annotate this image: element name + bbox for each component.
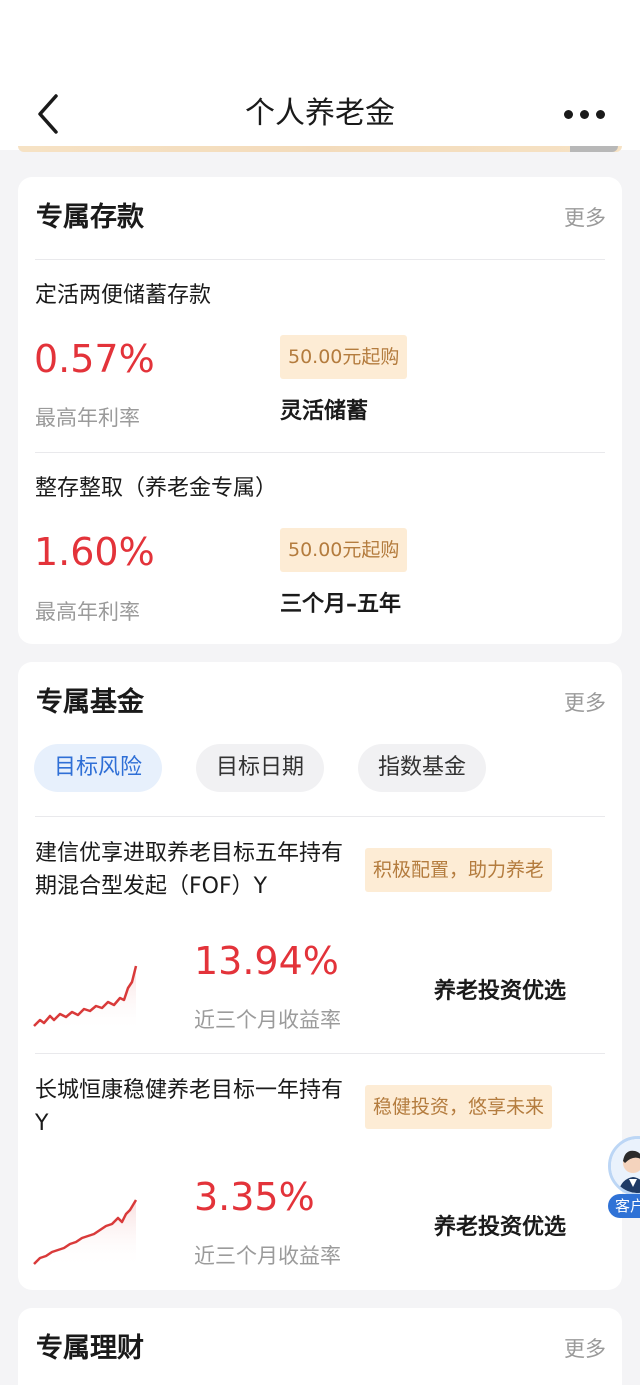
divider: [35, 1053, 605, 1054]
fund-card: 专属基金 更多 目标风险 目标日期 指数基金 建信优享进取养老目标五年持有期混合…: [18, 662, 622, 1290]
section-title: 专属存款: [36, 202, 144, 233]
rate-value: 1.60%: [34, 530, 155, 574]
section-title: 专属基金: [36, 687, 144, 718]
deposit-card: 专属存款 更多 定活两便储蓄存款 0.57% 最高年利率 50.00元起购 灵活…: [18, 177, 622, 644]
ellipsis-icon: [564, 110, 573, 119]
fund-tag: 积极配置，助力养老: [365, 848, 553, 892]
fund-return: 13.94%: [194, 939, 339, 983]
sparkline-chart: [33, 965, 138, 1032]
tab-index-fund[interactable]: 指数基金: [358, 744, 487, 792]
wealth-card: 专属理财 更多: [18, 1308, 622, 1385]
rate-value: 0.57%: [34, 337, 155, 381]
divider: [35, 259, 605, 260]
ellipsis-dot: [580, 110, 589, 119]
divider: [35, 452, 605, 453]
customer-service-button[interactable]: 客户: [608, 1136, 640, 1220]
top-nav-bar: 个人养老金: [0, 0, 640, 150]
divider: [35, 816, 605, 817]
rate-label: 最高年利率: [35, 600, 140, 624]
customer-service-icon: [608, 1136, 640, 1196]
ellipsis-dot: [596, 110, 605, 119]
min-purchase-tag: 50.00元起购: [280, 528, 408, 572]
agent-avatar-image: [611, 1139, 640, 1193]
fund-name: 长城恒康稳健养老目标一年持有Y: [35, 1078, 344, 1136]
more-menu-button[interactable]: [564, 104, 606, 124]
product-name: 定活两便储蓄存款: [35, 283, 212, 308]
fund-tag: 稳健投资，悠享未来: [365, 1085, 553, 1129]
page-title: 个人养老金: [245, 96, 395, 131]
tab-target-date[interactable]: 目标日期: [196, 744, 325, 792]
more-link[interactable]: 更多: [564, 198, 606, 238]
fund-name: 建信优享进取养老目标五年持有期混合型发起（FOF）Y: [35, 841, 344, 899]
customer-service-label: 客户: [608, 1194, 640, 1218]
product-desc: 灵活储蓄: [280, 399, 369, 424]
fund-return: 3.35%: [194, 1175, 315, 1219]
section-title: 专属理财: [36, 1333, 144, 1364]
sparkline-chart: [33, 1199, 138, 1268]
more-link[interactable]: 更多: [564, 683, 606, 723]
rate-label: 最高年利率: [35, 406, 140, 430]
fund-return-label: 近三个月收益率: [194, 1008, 341, 1032]
fund-return-label: 近三个月收益率: [194, 1244, 341, 1268]
fund-desc: 养老投资优选: [434, 979, 567, 1004]
more-link[interactable]: 更多: [564, 1329, 606, 1369]
product-name: 整存整取（养老金专属）: [35, 476, 278, 501]
banner-strip-edge: [570, 146, 618, 152]
banner-strip: [18, 146, 622, 152]
fund-desc: 养老投资优选: [434, 1215, 567, 1240]
tab-target-risk[interactable]: 目标风险: [34, 744, 163, 792]
min-purchase-tag: 50.00元起购: [280, 335, 408, 379]
product-desc: 三个月–五年: [280, 592, 402, 617]
